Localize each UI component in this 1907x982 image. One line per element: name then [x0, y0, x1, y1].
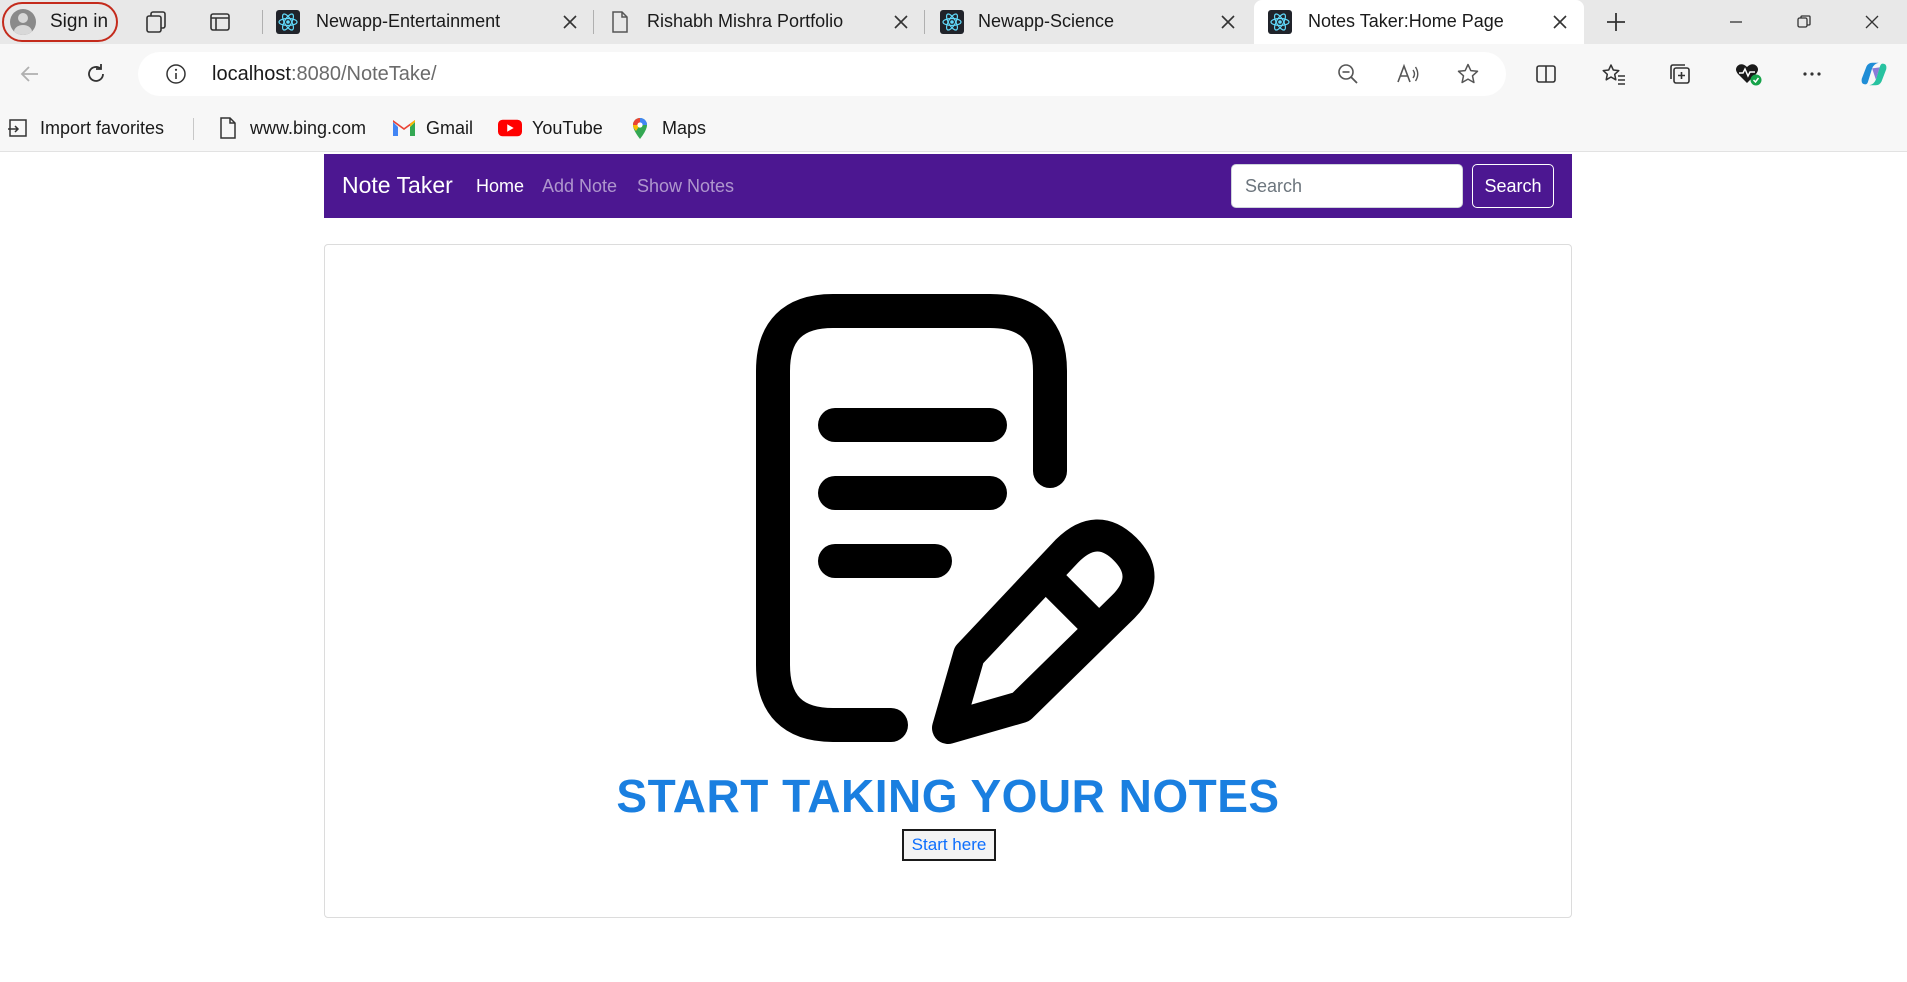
- url-host: localhost: [212, 63, 291, 85]
- tab-title: Rishabh Mishra Portfolio: [647, 11, 844, 31]
- tab-title: Newapp-Science: [978, 11, 1115, 31]
- back-arrow-icon[interactable]: [14, 58, 46, 90]
- brand-logo-text[interactable]: Note Taker: [342, 172, 453, 199]
- browser-essentials-icon[interactable]: [1732, 58, 1764, 90]
- nav-link-show-notes[interactable]: Show Notes: [637, 176, 734, 197]
- import-icon: [6, 116, 30, 140]
- close-icon[interactable]: [560, 12, 580, 32]
- window-close-icon[interactable]: [1852, 6, 1892, 38]
- copilot-icon[interactable]: [1858, 58, 1890, 90]
- url-text[interactable]: localhost:8080/NoteTake/: [212, 63, 437, 86]
- workspaces-icon[interactable]: [142, 8, 170, 36]
- tab-rishabh-mishra-portfolio[interactable]: Rishabh Mishra Portfolio: [593, 0, 923, 44]
- note-edit-icon: [756, 294, 1155, 744]
- tab-title: Notes Taker:Home Page: [1308, 11, 1504, 31]
- sign-in-button[interactable]: Sign in: [2, 2, 118, 42]
- start-here-button[interactable]: Start here: [902, 829, 996, 861]
- favorite-import-favorites[interactable]: Import favorites: [6, 114, 164, 142]
- favorites-icon[interactable]: [1598, 58, 1630, 90]
- zoom-out-icon[interactable]: [1334, 60, 1362, 88]
- favorite-label: Import favorites: [40, 117, 165, 138]
- react-icon: [1268, 10, 1292, 39]
- hero-title: START TAKING YOUR NOTES: [616, 770, 1280, 822]
- minimize-icon[interactable]: [1716, 6, 1756, 38]
- read-aloud-icon[interactable]: [1394, 60, 1422, 88]
- favorite-bing[interactable]: www.bing.com: [216, 114, 366, 142]
- tab-separator: [262, 10, 263, 34]
- browser-tab-strip: Sign in Newapp-Entertainment Rishabh Mis…: [0, 0, 1907, 46]
- browser-toolbar: localhost:8080/NoteTake/: [0, 44, 1907, 104]
- page-icon: [216, 116, 240, 140]
- favorite-label: Maps: [662, 117, 707, 138]
- tab-title: Newapp-Entertainment: [316, 11, 501, 31]
- hero-card: START TAKING YOUR NOTES Start here: [324, 244, 1572, 918]
- collections-icon[interactable]: [1664, 58, 1696, 90]
- maps-icon: [628, 116, 652, 140]
- favorite-label: Gmail: [426, 117, 474, 138]
- vertical-tabs-icon[interactable]: [206, 8, 234, 36]
- tab-separator: [593, 10, 594, 34]
- page-icon: [609, 10, 631, 39]
- nav-link-home[interactable]: Home: [476, 176, 524, 197]
- search-button[interactable]: Search: [1472, 164, 1554, 208]
- restore-icon[interactable]: [1784, 6, 1824, 38]
- info-icon[interactable]: [162, 60, 190, 88]
- favorite-label: YouTube: [532, 117, 603, 138]
- tab-newapp-entertainment[interactable]: Newapp-Entertainment: [262, 0, 592, 44]
- close-icon[interactable]: [891, 12, 911, 32]
- youtube-icon: [498, 116, 522, 140]
- favorite-maps[interactable]: Maps: [628, 114, 706, 142]
- search-input[interactable]: [1231, 164, 1463, 208]
- profile-avatar-icon: [10, 9, 36, 35]
- address-bar[interactable]: localhost:8080/NoteTake/: [138, 52, 1506, 96]
- tab-separator: [924, 10, 925, 34]
- favorite-youtube[interactable]: YouTube: [498, 114, 603, 142]
- favorites-bar: Import favorites www.bing.com Gmail YouT…: [0, 104, 1907, 152]
- more-options-icon[interactable]: [1796, 58, 1828, 90]
- favorite-star-icon[interactable]: [1454, 60, 1482, 88]
- favorite-label: www.bing.com: [250, 117, 367, 138]
- page-viewport: Note Taker Home Add Note Show Notes Sear…: [0, 152, 1907, 982]
- app-navbar: Note Taker Home Add Note Show Notes Sear…: [324, 154, 1572, 218]
- tab-newapp-science[interactable]: Newapp-Science: [924, 0, 1254, 44]
- nav-link-add-note[interactable]: Add Note: [542, 176, 617, 197]
- react-icon: [276, 10, 300, 39]
- close-icon[interactable]: [1218, 12, 1238, 32]
- favorite-gmail[interactable]: Gmail: [392, 114, 473, 142]
- favorites-separator: [193, 118, 194, 140]
- sign-in-label: Sign in: [50, 11, 109, 32]
- close-icon[interactable]: [1550, 12, 1570, 32]
- split-screen-icon[interactable]: [1530, 58, 1562, 90]
- react-icon: [940, 10, 964, 39]
- refresh-icon[interactable]: [80, 58, 112, 90]
- gmail-icon: [392, 116, 416, 140]
- new-tab-icon[interactable]: [1602, 8, 1630, 36]
- url-path: :8080/NoteTake/: [290, 63, 437, 85]
- tab-notes-taker-home[interactable]: Notes Taker:Home Page: [1254, 0, 1584, 46]
